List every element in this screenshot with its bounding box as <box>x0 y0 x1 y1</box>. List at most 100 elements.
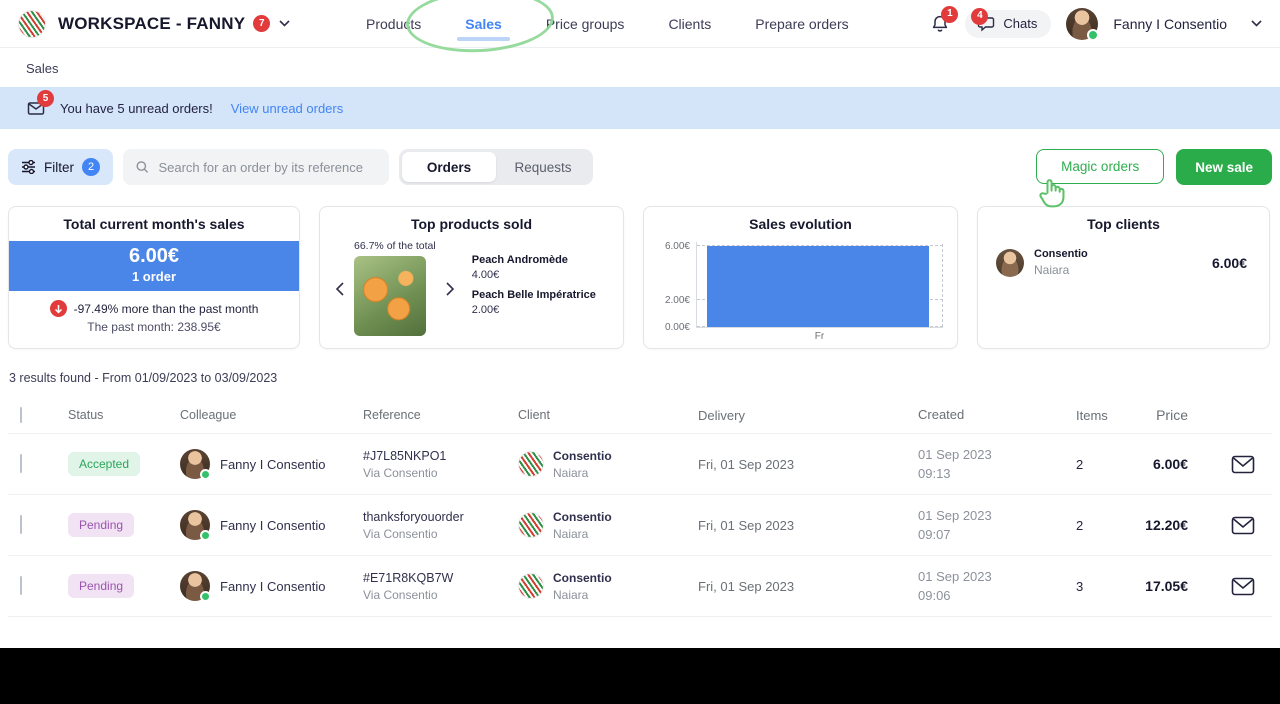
month-sales-orders: 1 order <box>9 269 299 284</box>
message-envelope-icon[interactable] <box>1214 577 1272 596</box>
product-image-column: 66.7% of the total <box>354 240 436 336</box>
delivery-date: Fri, 01 Sep 2023 <box>684 518 900 533</box>
colleague-name: Fanny I Consentio <box>220 457 326 472</box>
gridline-vertical <box>942 244 943 327</box>
client-logo-icon <box>518 451 544 477</box>
navbar-right: 1 4 Chats Fanny I Consentio <box>930 8 1262 40</box>
breadcrumb: Sales <box>0 48 1280 87</box>
delivery-date: Fri, 01 Sep 2023 <box>684 457 900 472</box>
carousel-prev-icon[interactable] <box>336 282 344 296</box>
consentio-logo-icon[interactable] <box>18 10 46 38</box>
unread-orders-badge: 5 <box>37 90 54 107</box>
table-row[interactable]: Accepted Fanny I Consentio #J7L85NKPO1 V… <box>8 433 1272 494</box>
chart-x-label: Fr <box>696 331 943 342</box>
top-products-list: Peach Andromède 4.00€ Peach Belle Impéra… <box>472 240 596 324</box>
nav-clients[interactable]: Clients <box>668 0 711 48</box>
order-search <box>123 149 389 185</box>
nav-prepare-orders[interactable]: Prepare orders <box>755 0 848 48</box>
magic-orders-button[interactable]: Magic orders <box>1036 149 1164 184</box>
select-all-checkbox[interactable] <box>20 407 22 423</box>
user-avatar[interactable] <box>1066 8 1098 40</box>
chart-y-axis: 6.00€ 2.00€ 0.00€ <box>654 242 696 328</box>
order-via: Via Consentio <box>363 588 506 602</box>
toggle-orders[interactable]: Orders <box>402 152 496 182</box>
product-name: Peach Andromède <box>472 254 596 266</box>
items-count: 2 <box>1068 457 1128 472</box>
client-amount: 6.00€ <box>1212 255 1247 271</box>
month-sales-delta-row: -97.49% more than the past month <box>9 300 299 317</box>
nav-products[interactable]: Products <box>366 0 421 48</box>
header-reference: Reference <box>350 408 506 422</box>
created-date: 01 Sep 2023 <box>918 506 1068 526</box>
sales-evolution-title: Sales evolution <box>644 207 957 232</box>
order-price: 6.00€ <box>1128 456 1214 472</box>
client-names: Consentio Naiara <box>1034 248 1088 277</box>
carousel-next-icon[interactable] <box>446 282 454 296</box>
header-colleague: Colleague <box>168 408 350 422</box>
order-price: 17.05€ <box>1128 578 1214 594</box>
top-products-share: 66.7% of the total <box>354 240 436 252</box>
client-company: Consentio <box>553 449 612 463</box>
search-icon <box>135 159 149 175</box>
created-time: 09:07 <box>918 525 1068 545</box>
client-avatar <box>996 249 1024 277</box>
chats-button[interactable]: 4 Chats <box>965 10 1051 38</box>
month-sales-card: Total current month's sales 6.00€ 1 orde… <box>8 206 300 349</box>
workspace-chevron-down-icon[interactable] <box>279 20 290 27</box>
sales-page: WORKSPACE - FANNY 7 Products Sales Price… <box>0 0 1280 704</box>
client-company: Consentio <box>1034 248 1088 260</box>
product-price: 4.00€ <box>472 269 596 281</box>
unread-orders-banner: 5 You have 5 unread orders! View unread … <box>0 87 1280 129</box>
new-sale-button[interactable]: New sale <box>1176 149 1272 185</box>
product-photo <box>354 256 426 336</box>
y-tick: 2.00€ <box>665 295 690 306</box>
created-date: 01 Sep 2023 <box>918 445 1068 465</box>
client-name: Naiara <box>553 527 612 541</box>
chat-icon: 4 <box>977 15 995 33</box>
sales-evolution-chart: 6.00€ 2.00€ 0.00€ <box>654 242 943 328</box>
message-envelope-icon[interactable] <box>1214 455 1272 474</box>
summary-cards: Total current month's sales 6.00€ 1 orde… <box>8 206 1272 349</box>
status-badge: Pending <box>68 513 134 537</box>
client-company: Consentio <box>553 571 612 585</box>
row-checkbox[interactable] <box>20 515 22 534</box>
header-status: Status <box>56 408 168 422</box>
table-row[interactable]: Pending Fanny I Consentio thanksforyouor… <box>8 494 1272 555</box>
status-badge: Accepted <box>68 452 140 476</box>
arrow-down-icon <box>50 300 67 317</box>
row-checkbox[interactable] <box>20 576 22 595</box>
main-nav: Products Sales Price groups Clients Prep… <box>366 0 849 48</box>
filter-button[interactable]: Filter 2 <box>8 149 113 185</box>
month-sales-amount-block: 6.00€ 1 order <box>9 241 299 291</box>
bell-badge: 1 <box>941 6 958 23</box>
search-input[interactable] <box>158 160 377 175</box>
workspace-notification-badge: 7 <box>253 15 270 32</box>
toggle-requests[interactable]: Requests <box>496 152 590 182</box>
filter-icon <box>21 160 36 174</box>
user-menu-chevron-down-icon[interactable] <box>1251 20 1262 27</box>
created-time: 09:13 <box>918 464 1068 484</box>
order-via: Via Consentio <box>363 466 506 480</box>
chats-label: Chats <box>1003 16 1037 31</box>
nav-sales[interactable]: Sales <box>465 0 502 48</box>
client-name: Naiara <box>1034 263 1088 277</box>
nav-price-groups[interactable]: Price groups <box>546 0 625 48</box>
sales-evolution-bar <box>707 246 929 327</box>
row-checkbox[interactable] <box>20 454 22 473</box>
view-unread-orders-link[interactable]: View unread orders <box>231 101 344 116</box>
notifications-bell-button[interactable]: 1 <box>930 14 950 34</box>
toolbar-actions: Magic orders New sale <box>1036 149 1272 185</box>
order-reference: thanksforyouorder <box>363 510 506 524</box>
header-items: Items <box>1068 408 1128 423</box>
y-tick: 6.00€ <box>665 241 690 252</box>
table-row[interactable]: Pending Fanny I Consentio #E71R8KQB7W Vi… <box>8 555 1272 616</box>
month-sales-title: Total current month's sales <box>9 207 299 232</box>
client-logo-icon <box>518 512 544 538</box>
y-tick: 0.00€ <box>665 322 690 333</box>
product-price: 2.00€ <box>472 304 596 316</box>
month-sales-past: The past month: 238.95€ <box>9 320 299 334</box>
unread-orders-icon: 5 <box>26 98 46 118</box>
client-name: Naiara <box>553 466 612 480</box>
user-name[interactable]: Fanny I Consentio <box>1113 16 1227 32</box>
message-envelope-icon[interactable] <box>1214 516 1272 535</box>
